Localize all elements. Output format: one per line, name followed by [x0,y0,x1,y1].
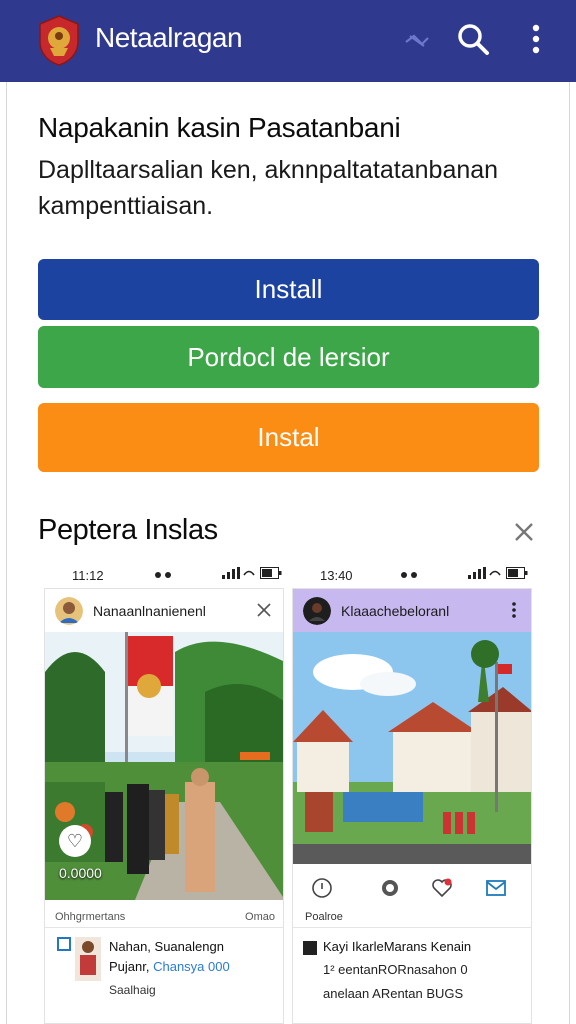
more-options-icon[interactable] [511,601,517,619]
item-title: Nahan, Suanalengn [109,939,224,954]
app-bar: Netaalragan [0,0,576,82]
heart-icon[interactable] [431,877,453,899]
building-photo [293,632,531,864]
page-description: Daplltaarsalian ken, aknnpaltatatanbanan… [38,156,499,220]
close-icon[interactable] [512,520,536,544]
install-button[interactable]: Install [38,259,539,320]
account-name: Klaaachebeloranl [341,603,450,619]
photo-count: 0.0000 [59,865,102,881]
status-time: 11:12 [72,568,104,583]
action-row [293,869,531,905]
battery-icon [260,567,282,579]
item-subtitle: 1² eentanRORnasahon 0 [323,962,468,977]
app-title: Netaalragan [95,22,243,53]
screenshot-card[interactable]: Klaaachebeloranl Poalroe Kayi IkarleMara… [292,588,532,1024]
close-icon[interactable] [257,603,271,617]
mute-icon[interactable] [402,30,432,50]
status-bar-right: 13:40 [320,566,528,586]
page-headline: Napakanin kasin Pasatanbani [38,112,401,143]
refresh-icon[interactable] [379,877,401,899]
item-tag-link[interactable]: Chansya 000 [153,959,230,974]
item-thumbnail [75,937,101,981]
signal-icon [468,567,501,579]
avatar [55,597,83,625]
item-subtitle-text: Pujanr, [109,959,154,974]
stats-right: Omao [245,911,275,923]
search-icon[interactable] [456,22,490,56]
screenshots-section-title: Peptera Inslas [38,514,218,546]
battery-icon [506,567,528,579]
status-icons [222,567,282,579]
item-subtitle: Pujanr, Chansya 000 [109,959,230,974]
card-header: Klaaachebeloranl [293,589,531,632]
like-icon[interactable]: ♡ [59,825,91,857]
divider [45,927,283,928]
notification-icon [155,572,171,578]
status-time: 13:40 [320,568,353,583]
clock-icon[interactable] [311,877,333,899]
stats-row: Ohhgrmertans Omao [55,911,275,923]
screenshot-card[interactable]: Nanaanlnanienenl ♡ 0.0000 Ohhgrmertans O… [44,588,284,1024]
account-name: Nanaanlnanienenl [93,603,206,619]
square-icon [57,937,71,951]
status-bar-left: 11:12 [72,566,282,586]
item-caption: anelaan ARentan BUGS [323,986,464,1001]
signal-icon [222,567,255,579]
product-version-button[interactable]: Pordocl de lersior [38,326,539,388]
card-header: Nanaanlnanienenl [45,589,283,632]
status-icons [468,567,528,579]
item-title: Kayi IkarleMarans Kenain [323,939,472,954]
square-icon [303,941,317,955]
instal-button[interactable]: Instal [38,403,539,472]
item-caption: Saalhaig [109,983,156,997]
app-logo-icon [39,15,79,66]
notification-icon [401,572,417,578]
ceremony-photo [45,632,283,900]
divider [293,927,531,928]
avatar [303,597,331,625]
more-options-icon[interactable] [528,22,544,56]
posted-label: Poalroe [305,911,343,923]
stats-left: Ohhgrmertans [55,911,126,923]
mail-icon[interactable] [485,877,507,899]
